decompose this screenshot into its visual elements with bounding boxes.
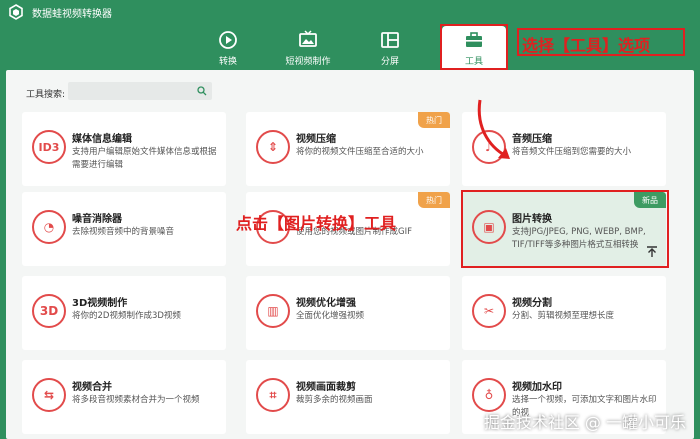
tool-card-video-compress[interactable]: ⇕ 视频压缩 将你的视频文件压缩至合适的大小 热门 [246, 112, 450, 186]
hot-badge: 热门 [418, 192, 450, 208]
watermark-text: 掘金技术社区 @ 一罐小可乐 [483, 413, 686, 432]
card-desc: 去除视频音频中的背景噪音 [72, 227, 175, 237]
card-desc: 将你的视频文件压缩至合适的大小 [296, 147, 424, 157]
card-title: 媒体信息编辑 [72, 134, 132, 145]
tv-icon [299, 30, 317, 47]
tool-card-video-split[interactable]: ✂ 视频分割 分割、剪辑视频至理想长度 [462, 276, 666, 350]
tool-card-image-convert[interactable]: ▣ 图片转换 支持JPG/JPEG, PNG, WEBP, BMP, TIF/T… [462, 192, 666, 266]
card-title: 视频画面裁剪 [296, 382, 356, 393]
tab-tools-label: 工具 [464, 57, 483, 67]
tab-tools[interactable]: 工具 [442, 26, 506, 70]
card-desc: 全面优化增强视频 [296, 311, 365, 321]
search-label: 工具搜索: [26, 90, 66, 100]
tab-split-screen-label: 分屏 [380, 57, 399, 67]
scissors-icon: ✂ [472, 294, 506, 328]
search-input[interactable] [68, 86, 188, 104]
split-screen-icon [381, 32, 399, 48]
card-desc: 裁剪多余的视频画面 [296, 395, 373, 405]
card-title: 视频合并 [72, 382, 112, 393]
card-desc: 支持用户编辑原始文件媒体信息或根据需要进行编辑 [72, 147, 217, 170]
tool-card-noise-removal[interactable]: ◔ 噪音消除器 去除视频音频中的背景噪音 [22, 192, 226, 266]
card-title: 视频加水印 [512, 382, 562, 393]
headphone-icon: ◔ [32, 210, 66, 244]
tab-split-screen[interactable]: 分屏 [360, 30, 420, 70]
image-convert-icon: ▣ [472, 210, 506, 244]
tab-convert-label: 转换 [218, 57, 237, 67]
tab-short-video[interactable]: 短视频制作 [278, 30, 338, 70]
watermark-icon: ♁ [472, 378, 506, 412]
click-image-convert-annotation: 点击【图片转换】工具 [236, 214, 397, 233]
search-icon[interactable] [197, 86, 207, 96]
toolbox-icon [466, 32, 482, 47]
tool-card-video-enhance[interactable]: ▥ 视频优化增强 全面优化增强视频 [246, 276, 450, 350]
tool-card-3d-video[interactable]: 3D 3D视频制作 将你的2D视频制作成3D视频 [22, 276, 226, 350]
tool-card-video-merge[interactable]: ⇆ 视频合并 将多段音视频素材合并为一个视频 [22, 360, 226, 434]
select-tools-annotation: 选择【工具】选项 [522, 36, 651, 55]
search-box [68, 82, 212, 104]
3d-icon: 3D [32, 294, 66, 328]
card-desc: 将音频文件压缩到您需要的大小 [512, 147, 632, 157]
card-desc: 将你的2D视频制作成3D视频 [72, 311, 181, 321]
card-desc: 分割、剪辑视频至理想长度 [512, 311, 615, 321]
tab-short-video-label: 短视频制作 [285, 57, 331, 67]
enhance-icon: ▥ [256, 294, 290, 328]
id3-icon: ID3 [32, 130, 66, 164]
card-title: 视频压缩 [296, 134, 336, 145]
card-title: 3D视频制作 [72, 298, 128, 309]
compress-icon: ⇕ [256, 130, 290, 164]
convert-icon [219, 31, 237, 49]
tool-card-video-crop[interactable]: ⌗ 视频画面裁剪 裁剪多余的视频画面 [246, 360, 450, 434]
card-desc: 将多段音视频素材合并为一个视频 [72, 395, 200, 405]
tab-convert[interactable]: 转换 [198, 30, 258, 70]
card-title: 噪音消除器 [72, 214, 122, 225]
tools-panel: 工具搜索: ID3 媒体信息编辑 支持用户编辑原始文件媒体信息或根据需要进行编辑… [6, 70, 694, 439]
new-badge: 新品 [634, 192, 666, 208]
app-logo-icon [9, 4, 23, 20]
card-title: 视频分割 [512, 298, 552, 309]
tool-card-media-info[interactable]: ID3 媒体信息编辑 支持用户编辑原始文件媒体信息或根据需要进行编辑 [22, 112, 226, 186]
pin-to-top-icon[interactable] [646, 246, 658, 258]
crop-icon: ⌗ [256, 378, 290, 412]
card-desc: 支持JPG/JPEG, PNG, WEBP, BMP, TIF/TIFF等多种图… [512, 227, 646, 250]
arrow-annotation-icon [477, 99, 510, 159]
title-bar: 数据蛙视频转换器 [0, 0, 700, 24]
app-title: 数据蛙视频转换器 [32, 8, 112, 20]
hot-badge: 热门 [418, 112, 450, 128]
card-title: 图片转换 [512, 214, 552, 225]
merge-icon: ⇆ [32, 378, 66, 412]
card-title: 视频优化增强 [296, 298, 356, 309]
